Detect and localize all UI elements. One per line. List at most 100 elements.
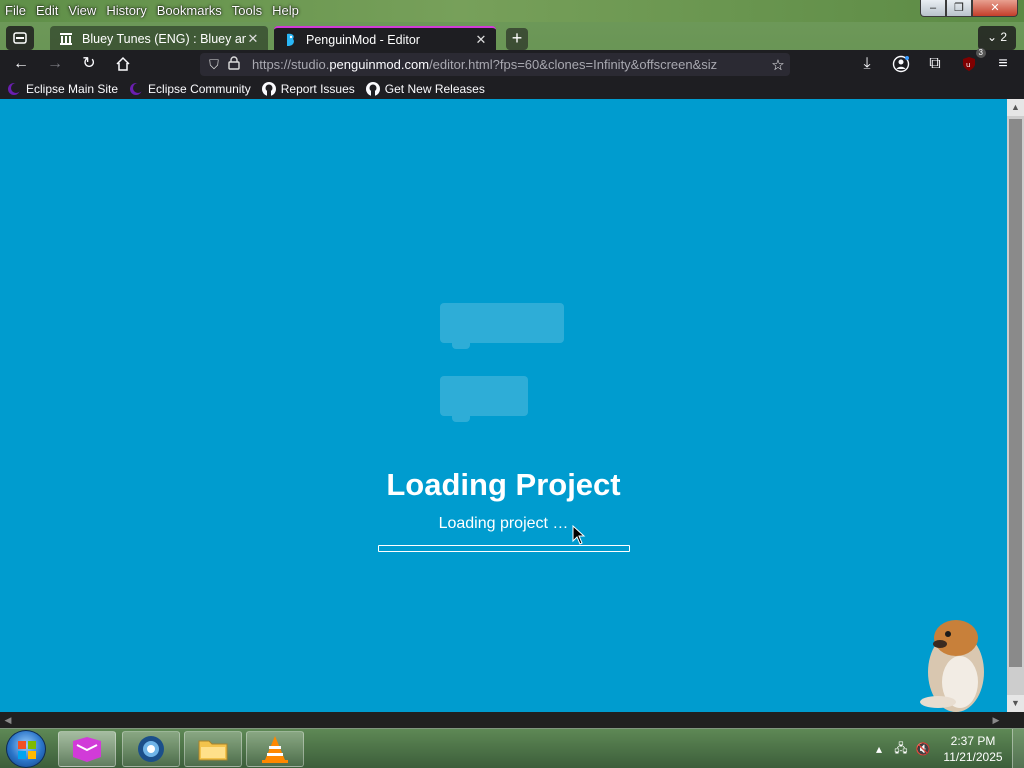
puzzle-icon: ⧉ <box>929 55 941 72</box>
close-tab-icon[interactable]: ✕ <box>474 32 488 48</box>
start-button[interactable] <box>6 730 46 768</box>
vlc-icon <box>262 736 288 763</box>
bookmark-eclipse-community[interactable]: Eclipse Community <box>128 81 251 97</box>
clock-date: 11/21/2025 <box>943 750 1003 764</box>
menu-view[interactable]: View <box>63 2 101 19</box>
bookmark-get-new-releases[interactable]: Get New Releases <box>365 81 485 97</box>
account-icon <box>892 55 910 73</box>
taskbar-vlc-button[interactable] <box>246 731 304 767</box>
tab-count: 2 <box>1000 30 1008 44</box>
tab-groups-button[interactable] <box>6 26 34 50</box>
extension-badge: 3 <box>975 48 986 58</box>
forward-button[interactable]: → <box>42 52 68 76</box>
close-window-button[interactable]: ✕ <box>972 0 1018 17</box>
eclipse-icon <box>130 82 144 95</box>
home-button[interactable] <box>110 52 136 76</box>
chevron-down-icon: ⌄ <box>986 30 998 44</box>
arrow-left-icon: ← <box>13 55 29 72</box>
clock-time: 2:37 PM <box>950 734 996 748</box>
tab-title: Bluey Tunes (ENG) : Bluey and A <box>82 32 246 46</box>
taskbar-explorer-button[interactable] <box>184 731 242 767</box>
home-icon <box>116 56 130 71</box>
scroll-up-icon[interactable]: ▲ <box>1007 99 1024 116</box>
url-host: penguinmod.com <box>329 57 430 72</box>
ublock-button[interactable]: u 3 <box>956 48 986 76</box>
lock-icon[interactable] <box>224 56 244 73</box>
github-icon <box>365 81 380 96</box>
show-desktop-button[interactable] <box>1012 729 1024 768</box>
windows-logo-icon <box>18 741 36 759</box>
minimize-button[interactable]: – <box>920 0 946 17</box>
scrollbar-thumb[interactable] <box>1009 119 1022 667</box>
scroll-left-icon[interactable]: ◀ <box>0 712 16 728</box>
tab-groups-icon <box>13 32 27 44</box>
new-tab-button[interactable]: + <box>506 28 528 50</box>
arrow-right-icon: → <box>47 55 63 72</box>
back-button[interactable]: ← <box>8 52 34 76</box>
bookmark-label: Get New Releases <box>384 81 485 96</box>
bookmarks-toolbar: Eclipse Main Site Eclipse Community Repo… <box>0 78 1024 99</box>
loading-block-bottom <box>440 376 528 422</box>
menu: File Edit View History Bookmarks Tools H… <box>0 2 304 19</box>
taskbar-firefox-button[interactable] <box>58 731 116 767</box>
bookmark-label: Eclipse Community <box>148 81 251 96</box>
window-controls: – ❐ ✕ <box>920 0 1018 17</box>
bookmark-star-icon[interactable]: ☆ <box>766 56 790 74</box>
browser-icon <box>73 737 101 762</box>
ublock-shield-icon: u <box>963 57 975 71</box>
vertical-scrollbar[interactable]: ▲ ▼ <box>1007 99 1024 712</box>
bookmark-label: Report Issues <box>280 81 355 96</box>
hamburger-menu-icon: ≡ <box>998 55 1008 72</box>
horizontal-scrollbar[interactable]: ◀ ▶ <box>0 712 1024 728</box>
app-menu-button[interactable]: ≡ <box>990 52 1016 76</box>
menu-bar: File Edit View History Bookmarks Tools H… <box>0 0 1024 22</box>
loading-block-top <box>440 303 564 349</box>
svg-text:u: u <box>966 61 970 69</box>
taskbar: ▴ 🖧 🔇 2:37 PM 11/21/2025 <box>0 728 1024 768</box>
reload-button[interactable]: ↻ <box>76 52 102 76</box>
reload-icon: ↻ <box>82 55 96 72</box>
bookmark-label: Eclipse Main Site <box>26 81 119 96</box>
menu-edit[interactable]: Edit <box>31 2 63 19</box>
restore-button[interactable]: ❐ <box>946 0 972 17</box>
penguinmod-icon <box>287 33 294 46</box>
taskbar-steam-button[interactable] <box>122 731 180 767</box>
scroll-right-icon[interactable]: ▶ <box>988 712 1004 728</box>
tracking-protection-icon[interactable]: ⛉ <box>204 57 224 73</box>
loading-title: Loading Project <box>386 467 621 502</box>
account-button[interactable] <box>888 52 914 76</box>
menu-history[interactable]: History <box>101 2 151 19</box>
close-tab-icon[interactable]: ✕ <box>246 31 260 47</box>
list-all-tabs-button[interactable]: ⌄ 2 <box>978 26 1016 50</box>
extensions-button[interactable]: ⧉ <box>922 52 948 76</box>
tab-penguinmod-editor[interactable]: PenguinMod - Editor ✕ <box>274 26 496 52</box>
url-text[interactable]: https://studio.penguinmod.com/editor.htm… <box>252 57 766 72</box>
navigation-toolbar: ← → ↻ ⛉ https://studio.penguinmod.com/ed… <box>0 48 1024 78</box>
plus-icon: + <box>511 28 523 48</box>
menu-file[interactable]: File <box>0 2 31 19</box>
address-bar[interactable]: ⛉ https://studio.penguinmod.com/editor.h… <box>200 53 790 76</box>
tab-title: PenguinMod - Editor <box>306 33 420 47</box>
loading-status: Loading project … <box>438 515 569 532</box>
system-tray: ▴ 🖧 🔇 2:37 PM 11/21/2025 <box>868 729 1024 768</box>
hamster-mascot <box>920 620 984 712</box>
bookmark-eclipse-main-site[interactable]: Eclipse Main Site <box>6 81 118 97</box>
mouse-cursor-icon <box>572 525 586 545</box>
steam-icon <box>138 736 164 762</box>
scroll-down-icon[interactable]: ▼ <box>1007 695 1024 712</box>
network-icon[interactable]: 🖧 <box>890 739 912 760</box>
show-hidden-icons-icon[interactable]: ▴ <box>868 742 890 756</box>
tab-strip: Bluey Tunes (ENG) : Bluey and A ✕ Pengui… <box>0 24 1024 52</box>
bookmark-report-issues[interactable]: Report Issues <box>261 81 355 97</box>
clock[interactable]: 2:37 PM 11/21/2025 <box>934 733 1012 765</box>
loading-progress-bar <box>378 545 630 552</box>
menu-tools[interactable]: Tools <box>227 2 267 19</box>
menu-help[interactable]: Help <box>267 2 304 19</box>
eclipse-icon <box>8 82 21 95</box>
url-prefix: https://studio. <box>252 57 330 72</box>
tab-bluey-tunes[interactable]: Bluey Tunes (ENG) : Bluey and A ✕ <box>50 26 268 52</box>
github-icon <box>261 81 276 96</box>
volume-muted-icon[interactable]: 🔇 <box>912 742 934 756</box>
menu-bookmarks[interactable]: Bookmarks <box>152 2 227 19</box>
downloads-button[interactable]: ⤓ <box>854 52 880 76</box>
